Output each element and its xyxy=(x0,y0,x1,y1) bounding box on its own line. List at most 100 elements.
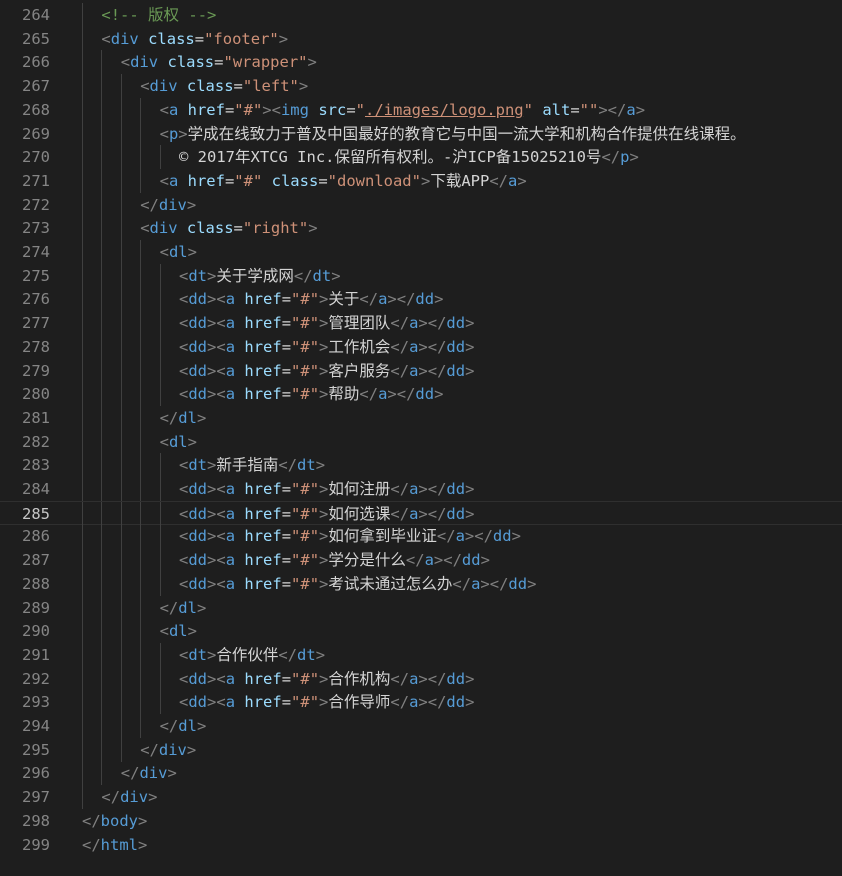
code-line[interactable]: 299 </html> xyxy=(0,833,842,857)
code-token: = xyxy=(318,171,328,190)
indent-guide xyxy=(159,145,161,170)
code-line[interactable]: 290 <dl> xyxy=(0,619,842,644)
code-line[interactable]: 280 <dd><a href="#">帮助</a></dd> xyxy=(0,382,842,407)
code-token: = xyxy=(281,337,292,356)
code-line[interactable]: 286 <dd><a href="#">如何拿到毕业证</a></dd> xyxy=(0,524,842,549)
code-token: < xyxy=(159,171,169,190)
indent-guide xyxy=(101,737,103,762)
indent-guide xyxy=(159,501,161,526)
line-number: 270 xyxy=(22,148,50,167)
code-line[interactable]: 283 <dt>新手指南</dt> xyxy=(0,453,842,478)
code-line[interactable]: 273 <div class="right"> xyxy=(0,216,842,241)
code-token: dd xyxy=(415,385,435,404)
code-token: 学成在线致力于普及中国最好的教育它与中国一流大学和机构合作提供在线课程。 xyxy=(187,124,746,143)
code-line[interactable]: 281 </dl> xyxy=(0,405,842,430)
code-line[interactable]: 297 </div> xyxy=(0,785,842,810)
indent-guide xyxy=(140,571,142,596)
indent-guide xyxy=(159,477,161,501)
indent-guide xyxy=(101,477,103,501)
code-token: > xyxy=(196,717,207,735)
code-token: > xyxy=(319,314,329,333)
indent-guide xyxy=(101,405,103,430)
code-text: </dl> xyxy=(160,596,207,620)
code-editor[interactable]: 264 <!-- 版权 --> 265 <div class="footer"> 266… xyxy=(0,0,842,876)
code-line[interactable]: 265 <div class="footer"> xyxy=(0,26,842,51)
code-text: <dl> xyxy=(160,619,197,643)
code-token: dd xyxy=(461,551,481,570)
code-token: > xyxy=(196,598,207,617)
code-token: > xyxy=(207,266,217,285)
code-token: > xyxy=(187,432,197,451)
code-line[interactable]: 293 <dd><a href="#">合作导师</a></dd> xyxy=(0,690,842,715)
code-token: </ xyxy=(101,788,121,807)
indent-guide xyxy=(101,216,103,241)
code-token: div xyxy=(149,77,178,96)
line-number: 289 xyxy=(22,598,50,617)
line-number: 280 xyxy=(22,385,50,404)
code-line[interactable]: 282 <dl> xyxy=(0,429,842,454)
code-line[interactable]: 275 <dt>关于学成网</dt> xyxy=(0,263,842,288)
indent-guide xyxy=(140,595,142,620)
code-token: dd xyxy=(188,480,208,498)
code-token: 如何注册 xyxy=(328,480,391,498)
code-token: > xyxy=(319,385,329,404)
indent-guide xyxy=(82,26,83,51)
code-token: > xyxy=(465,504,475,523)
code-token: 管理团队 xyxy=(328,314,391,333)
code-line[interactable]: 276 <dd><a href="#">关于</a></dd> xyxy=(0,287,842,312)
code-token: >< xyxy=(207,551,226,570)
code-line[interactable]: 279 <dd><a href="#">客户服务</a></dd> xyxy=(0,358,842,383)
code-text: </div> xyxy=(140,738,196,762)
line-number: 276 xyxy=(22,290,50,309)
code-token: >< xyxy=(207,290,226,309)
code-line[interactable]: 272 </div> xyxy=(0,192,842,217)
code-line[interactable]: 284 <dd><a href="#">如何注册</a></dd> xyxy=(0,477,842,501)
code-line[interactable]: 277 <dd><a href="#">管理团队</a></dd> xyxy=(0,311,842,336)
code-token: 关于学成网 xyxy=(216,266,294,285)
indent-guide xyxy=(101,690,103,715)
code-line[interactable]: 278 <dd><a href="#">工作机会</a></dd> xyxy=(0,334,842,359)
code-line[interactable]: 292 <dd><a href="#">合作机构</a></dd> xyxy=(0,666,842,691)
code-line[interactable]: 291 <dt>合作伙伴</dt> xyxy=(0,642,842,667)
code-line[interactable]: 288 <dd><a href="#">考试未通过怎么办</a></dd> xyxy=(0,571,842,596)
code-line[interactable]: 285 <dd><a href="#">如何选课</a></dd> xyxy=(0,500,842,526)
code-token: = xyxy=(281,669,292,688)
code-line[interactable]: 296 </div> xyxy=(0,761,842,786)
code-line[interactable]: 287 <dd><a href="#">学分是什么</a></dd> xyxy=(0,548,842,573)
code-line[interactable]: 264 <!-- 版权 --> xyxy=(0,3,842,27)
code-token: href xyxy=(244,527,282,546)
code-line[interactable]: 295 </div> xyxy=(0,737,842,762)
code-token: "#" xyxy=(291,314,320,333)
code-line[interactable]: 271 <a href="#" class="download">下载APP</a… xyxy=(0,168,842,193)
code-line[interactable]: 274 <dl> xyxy=(0,240,842,264)
code-token: > xyxy=(186,195,197,214)
code-token: a xyxy=(225,290,236,309)
code-line[interactable]: 269 <p>学成在线致力于普及中国最好的教育它与中国一流大学和机构合作提供在线课… xyxy=(0,121,842,146)
code-line[interactable]: 268 <a href="#"><img src="./images/logo.p… xyxy=(0,97,842,122)
code-line[interactable]: 266 <div class="wrapper"> xyxy=(0,50,842,75)
code-token: dt xyxy=(312,266,332,285)
code-token: > xyxy=(315,456,326,475)
code-line[interactable]: 289 </dl> xyxy=(0,595,842,620)
code-line[interactable]: 294 </dl> xyxy=(0,714,842,738)
code-token: 学分是什么 xyxy=(328,551,406,570)
code-token: = xyxy=(281,480,292,498)
code-line[interactable]: 267 <div class="left"> xyxy=(0,74,842,99)
code-token: dd xyxy=(446,693,466,712)
code-token: >< xyxy=(262,100,281,119)
indent-guide xyxy=(120,571,122,596)
code-token: 工作机会 xyxy=(328,337,391,356)
code-token: </ xyxy=(82,835,101,854)
indent-guide xyxy=(120,121,122,146)
indent-guide xyxy=(101,334,103,359)
code-line[interactable]: 298 </body> xyxy=(0,809,842,833)
code-line[interactable]: 270 © 2017年XTCG Inc.保留所有权利。-沪ICP备15025210… xyxy=(0,145,842,170)
code-token: dl xyxy=(178,717,197,735)
code-token: dt xyxy=(188,266,208,285)
code-token: dl xyxy=(168,432,188,451)
code-token: 帮助 xyxy=(328,385,360,404)
code-token: > xyxy=(319,337,329,356)
